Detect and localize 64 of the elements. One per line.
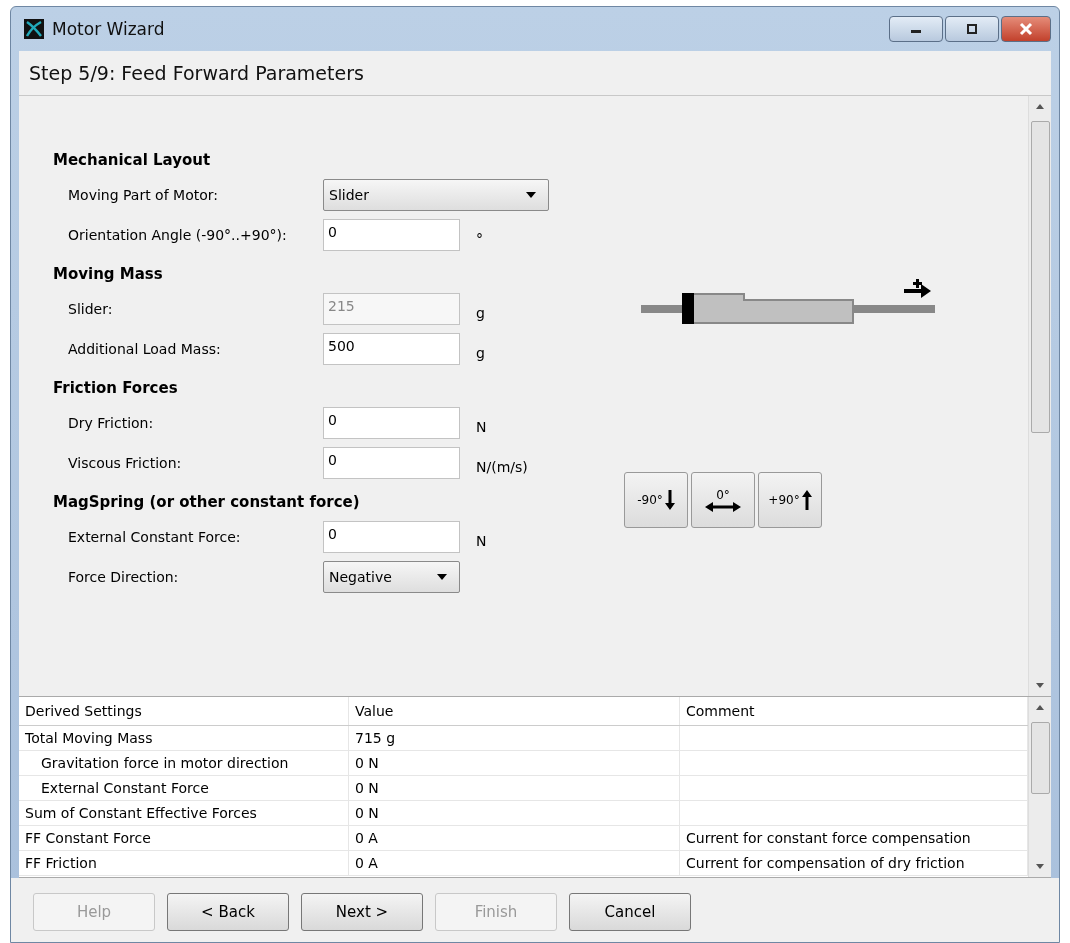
table-cell: 0 A — [349, 851, 680, 875]
section-heading: MagSpring (or other constant force) — [53, 492, 361, 513]
unit-label: ° — [476, 230, 483, 247]
close-button[interactable] — [1001, 16, 1051, 42]
maximize-icon — [965, 23, 979, 35]
wizard-button[interactable]: Next > — [301, 893, 423, 931]
field-label: Viscous Friction: — [68, 455, 183, 471]
angle-button[interactable]: 0° — [691, 472, 755, 528]
table-cell: 715 g — [349, 726, 680, 750]
scrollbar[interactable] — [1028, 96, 1051, 696]
input-field[interactable]: 0 — [323, 521, 460, 553]
input-field[interactable]: 500 — [323, 333, 460, 365]
dropdown[interactable]: Negative — [323, 561, 460, 593]
wizard-button[interactable]: < Back — [167, 893, 289, 931]
input-field[interactable]: 0 — [323, 219, 460, 251]
field-label: Additional Load Mass: — [68, 341, 222, 357]
column-header[interactable]: Derived Settings — [19, 697, 349, 725]
field-label: Orientation Angle (-90°..+90°): — [68, 227, 288, 243]
scroll-down-icon[interactable] — [1036, 864, 1044, 869]
table-cell: FF Constant Force — [19, 826, 349, 850]
up-arrow-icon — [801, 490, 812, 510]
scrollbar[interactable] — [1028, 697, 1051, 877]
close-icon — [1018, 22, 1034, 36]
table-cell: FF Friction — [19, 851, 349, 875]
angle-button[interactable]: -90° — [624, 472, 688, 528]
table-cell: 0 N — [349, 801, 680, 825]
field-label: Force Direction: — [68, 569, 180, 585]
unit-label: N — [476, 532, 487, 549]
field-label: External Constant Force: — [68, 529, 242, 545]
maximize-button[interactable] — [945, 16, 999, 42]
step-title: Step 5/9: Feed Forward Parameters — [29, 62, 364, 84]
window-title: Motor Wizard — [52, 19, 165, 39]
angle-button[interactable]: +90° — [758, 472, 822, 528]
unit-label: g — [476, 304, 485, 321]
field-label: Slider: — [68, 301, 114, 317]
scroll-up-icon[interactable] — [1036, 705, 1044, 710]
field-label: Moving Part of Motor: — [68, 187, 219, 203]
table-cell: Gravitation force in motor direction — [19, 751, 349, 775]
table-cell: Sum of Constant Effective Forces — [19, 801, 349, 825]
left-right-arrow-icon — [705, 502, 741, 512]
unit-label: N — [476, 418, 487, 435]
table-cell: 0 A — [349, 826, 680, 850]
table-cell: 0 N — [349, 751, 680, 775]
table-cell: 0 N — [349, 776, 680, 800]
down-arrow-icon — [664, 490, 675, 510]
dropdown-caret-icon — [526, 192, 536, 198]
scroll-down-icon[interactable] — [1036, 683, 1044, 688]
section-heading: Mechanical Layout — [53, 150, 212, 171]
dropdown[interactable]: Slider — [323, 179, 549, 211]
column-header[interactable]: Value — [349, 697, 680, 725]
field-label: Dry Friction: — [68, 415, 155, 431]
section-heading: Moving Mass — [53, 264, 164, 285]
dropdown-caret-icon — [437, 574, 447, 580]
input-field[interactable]: 0 — [323, 447, 460, 479]
table-cell: Total Moving Mass — [19, 726, 349, 750]
section-heading: Friction Forces — [53, 378, 179, 399]
input-field[interactable]: 0 — [323, 407, 460, 439]
scroll-up-icon[interactable] — [1036, 104, 1044, 109]
minimize-button[interactable] — [889, 16, 943, 42]
unit-label: N/(m/s) — [476, 458, 528, 475]
unit-label: g — [476, 344, 485, 361]
app-logo-icon — [24, 19, 44, 39]
wizard-button[interactable]: Cancel — [569, 893, 691, 931]
table-cell: External Constant Force — [19, 776, 349, 800]
